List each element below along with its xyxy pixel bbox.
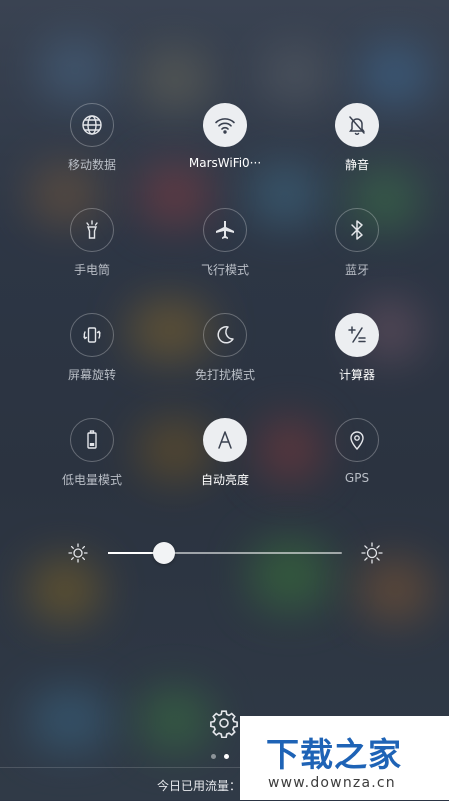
tile-label: 自动亮度 xyxy=(200,473,249,487)
tile-auto-brightness[interactable]: 自动亮度 xyxy=(160,418,290,523)
tile-label: 移动数据 xyxy=(67,158,116,172)
tile-airplane-mode[interactable]: 飞行模式 xyxy=(160,208,290,313)
brightness-low-icon xyxy=(68,543,88,563)
quick-settings-grid: 移动数据 MarsWiFi0··· 静音 手电筒 飞行模式 蓝牙 屏幕旋转 免打… xyxy=(0,0,449,800)
tile-mobile-data[interactable]: 移动数据 xyxy=(27,103,157,208)
brightness-high-icon xyxy=(361,542,383,564)
tile-calculator[interactable]: 计算器 xyxy=(292,313,422,418)
tile-label: 免打扰模式 xyxy=(194,368,255,382)
battery-icon xyxy=(70,418,114,462)
brightness-track[interactable] xyxy=(108,552,342,554)
tile-flashlight[interactable]: 手电筒 xyxy=(27,208,157,313)
airplane-icon xyxy=(203,208,247,252)
tile-bluetooth[interactable]: 蓝牙 xyxy=(292,208,422,313)
settings-gear-icon[interactable] xyxy=(209,708,239,738)
moon-icon xyxy=(203,313,247,357)
tile-label: 计算器 xyxy=(338,368,375,382)
location-pin-icon xyxy=(335,418,379,462)
globe-icon xyxy=(70,103,114,147)
watermark: 下载之家 www.downza.cn xyxy=(240,716,449,800)
tile-label: 屏幕旋转 xyxy=(67,368,116,382)
page-dot xyxy=(211,754,216,759)
tile-label: 静音 xyxy=(344,158,369,172)
tile-label: GPS xyxy=(344,471,370,485)
tile-do-not-disturb[interactable]: 免打扰模式 xyxy=(160,313,290,418)
tile-silent[interactable]: 静音 xyxy=(292,103,422,208)
tile-label: 低电量模式 xyxy=(61,473,122,487)
page-indicator xyxy=(211,754,229,759)
calculator-icon xyxy=(335,313,379,357)
bluetooth-icon xyxy=(335,208,379,252)
tile-label: 飞行模式 xyxy=(200,263,249,277)
tile-label: MarsWiFi0··· xyxy=(188,156,262,170)
page-dot xyxy=(224,754,229,759)
data-usage-text: 今日已用流量： xyxy=(157,779,242,793)
brightness-knob[interactable] xyxy=(153,542,176,564)
tile-gps[interactable]: GPS xyxy=(292,418,422,523)
brightness-slider[interactable] xyxy=(60,538,390,568)
tile-label: 蓝牙 xyxy=(344,263,369,277)
watermark-title: 下载之家 xyxy=(266,735,402,774)
auto-brightness-icon xyxy=(203,418,247,462)
wifi-icon xyxy=(203,103,247,147)
watermark-url: www.downza.cn xyxy=(268,775,396,791)
rotate-icon xyxy=(70,313,114,357)
tile-wifi[interactable]: MarsWiFi0··· xyxy=(160,103,290,208)
tile-label: 手电筒 xyxy=(73,263,110,277)
bell-off-icon xyxy=(335,103,379,147)
tile-low-power-mode[interactable]: 低电量模式 xyxy=(27,418,157,523)
flashlight-icon xyxy=(70,208,114,252)
tile-screen-rotation[interactable]: 屏幕旋转 xyxy=(27,313,157,418)
